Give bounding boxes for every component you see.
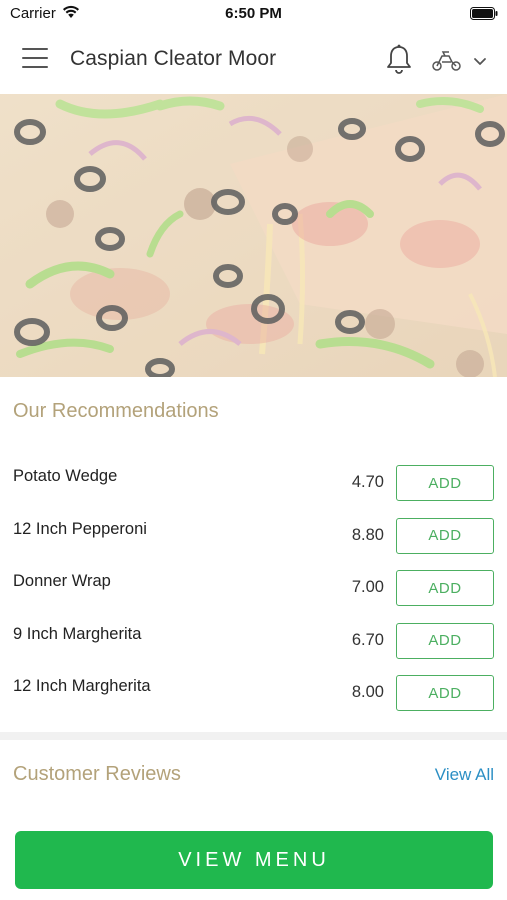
add-button[interactable]: ADD	[396, 465, 494, 501]
app-header: Caspian Cleator Moor	[0, 26, 507, 94]
delivery-icon[interactable]	[431, 50, 463, 72]
item-price: 8.80	[351, 525, 384, 544]
item-price: 8.00	[351, 683, 384, 701]
reviews-title: Customer Reviews	[13, 763, 181, 785]
store-name: Caspian Cleator Moor	[70, 47, 277, 70]
list-item: 9 Inch Margherita 6.70 ADD	[0, 614, 507, 667]
item-name: 12 Inch Margherita	[13, 677, 151, 695]
status-bar: Carrier 6:50 PM	[0, 0, 507, 26]
item-name: 12 Inch Pepperoni	[13, 519, 147, 538]
item-name: 9 Inch Margherita	[13, 624, 142, 643]
section-divider	[0, 732, 507, 740]
battery-icon	[470, 7, 498, 20]
add-button[interactable]: ADD	[396, 675, 494, 711]
view-all-link[interactable]: View All	[435, 765, 494, 785]
menu-icon[interactable]	[22, 48, 48, 70]
item-price: 6.70	[351, 630, 384, 649]
add-button[interactable]: ADD	[396, 622, 494, 659]
list-item: Potato Wedge 4.70 ADD	[0, 456, 507, 509]
item-name: Potato Wedge	[13, 467, 118, 485]
chevron-down-icon[interactable]	[472, 54, 488, 68]
list-item: Donner Wrap 7.00 ADD	[0, 561, 507, 614]
item-price: 4.70	[351, 473, 384, 491]
hero-pizza-image	[0, 94, 507, 377]
status-time: 6:50 PM	[225, 5, 282, 22]
recommendations-list: Potato Wedge 4.70 ADD 12 Inch Pepperoni …	[0, 456, 507, 719]
view-menu-button[interactable]: VIEW MENU	[15, 831, 493, 889]
add-button[interactable]: ADD	[396, 517, 494, 554]
recommendations-title: Our Recommendations	[13, 400, 219, 422]
add-button[interactable]: ADD	[396, 570, 494, 606]
item-price: 7.00	[351, 578, 384, 596]
item-name: Donner Wrap	[13, 572, 111, 590]
list-item: 12 Inch Pepperoni 8.80 ADD	[0, 509, 507, 562]
list-item: 12 Inch Margherita 8.00 ADD	[0, 666, 507, 719]
bell-icon[interactable]	[385, 43, 413, 75]
